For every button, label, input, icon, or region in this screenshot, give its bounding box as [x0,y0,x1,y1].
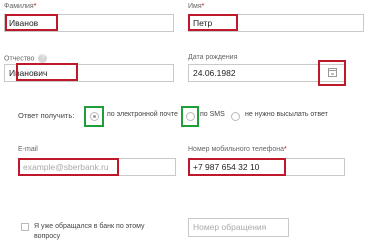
birth-date-label: Дата рождения [188,54,238,61]
email-label: E-mail [18,146,38,153]
request-number-input[interactable]: Номер обращения [188,218,289,237]
name-highlight [188,14,238,31]
surname-label: Фамилия* [4,3,37,10]
no-answer-option-label: не нужно высылать ответ [245,111,328,118]
email-highlight [18,158,119,176]
name-label: Имя* [188,3,205,10]
email-option-label: по электронной почте [107,111,178,118]
mobile-label: Номер мобильного телефона* [188,146,287,153]
patronymic-highlight [16,63,78,81]
sms-option-label: по SMS [200,111,225,118]
already-contacted-label: Я уже обращался в банк по этому вопросу [34,223,145,240]
no-answer-radio[interactable] [231,112,240,121]
receive-answer-label: Ответ получить: [18,111,75,120]
help-icon[interactable]: ? [38,54,48,63]
email-radio[interactable] [90,112,99,121]
surname-highlight [5,14,58,31]
patronymic-label: Отчество? [4,54,48,63]
sms-radio[interactable] [186,112,195,121]
calendar-icon[interactable] [328,68,337,77]
mobile-highlight [188,158,286,176]
already-contacted-checkbox[interactable] [21,223,29,231]
